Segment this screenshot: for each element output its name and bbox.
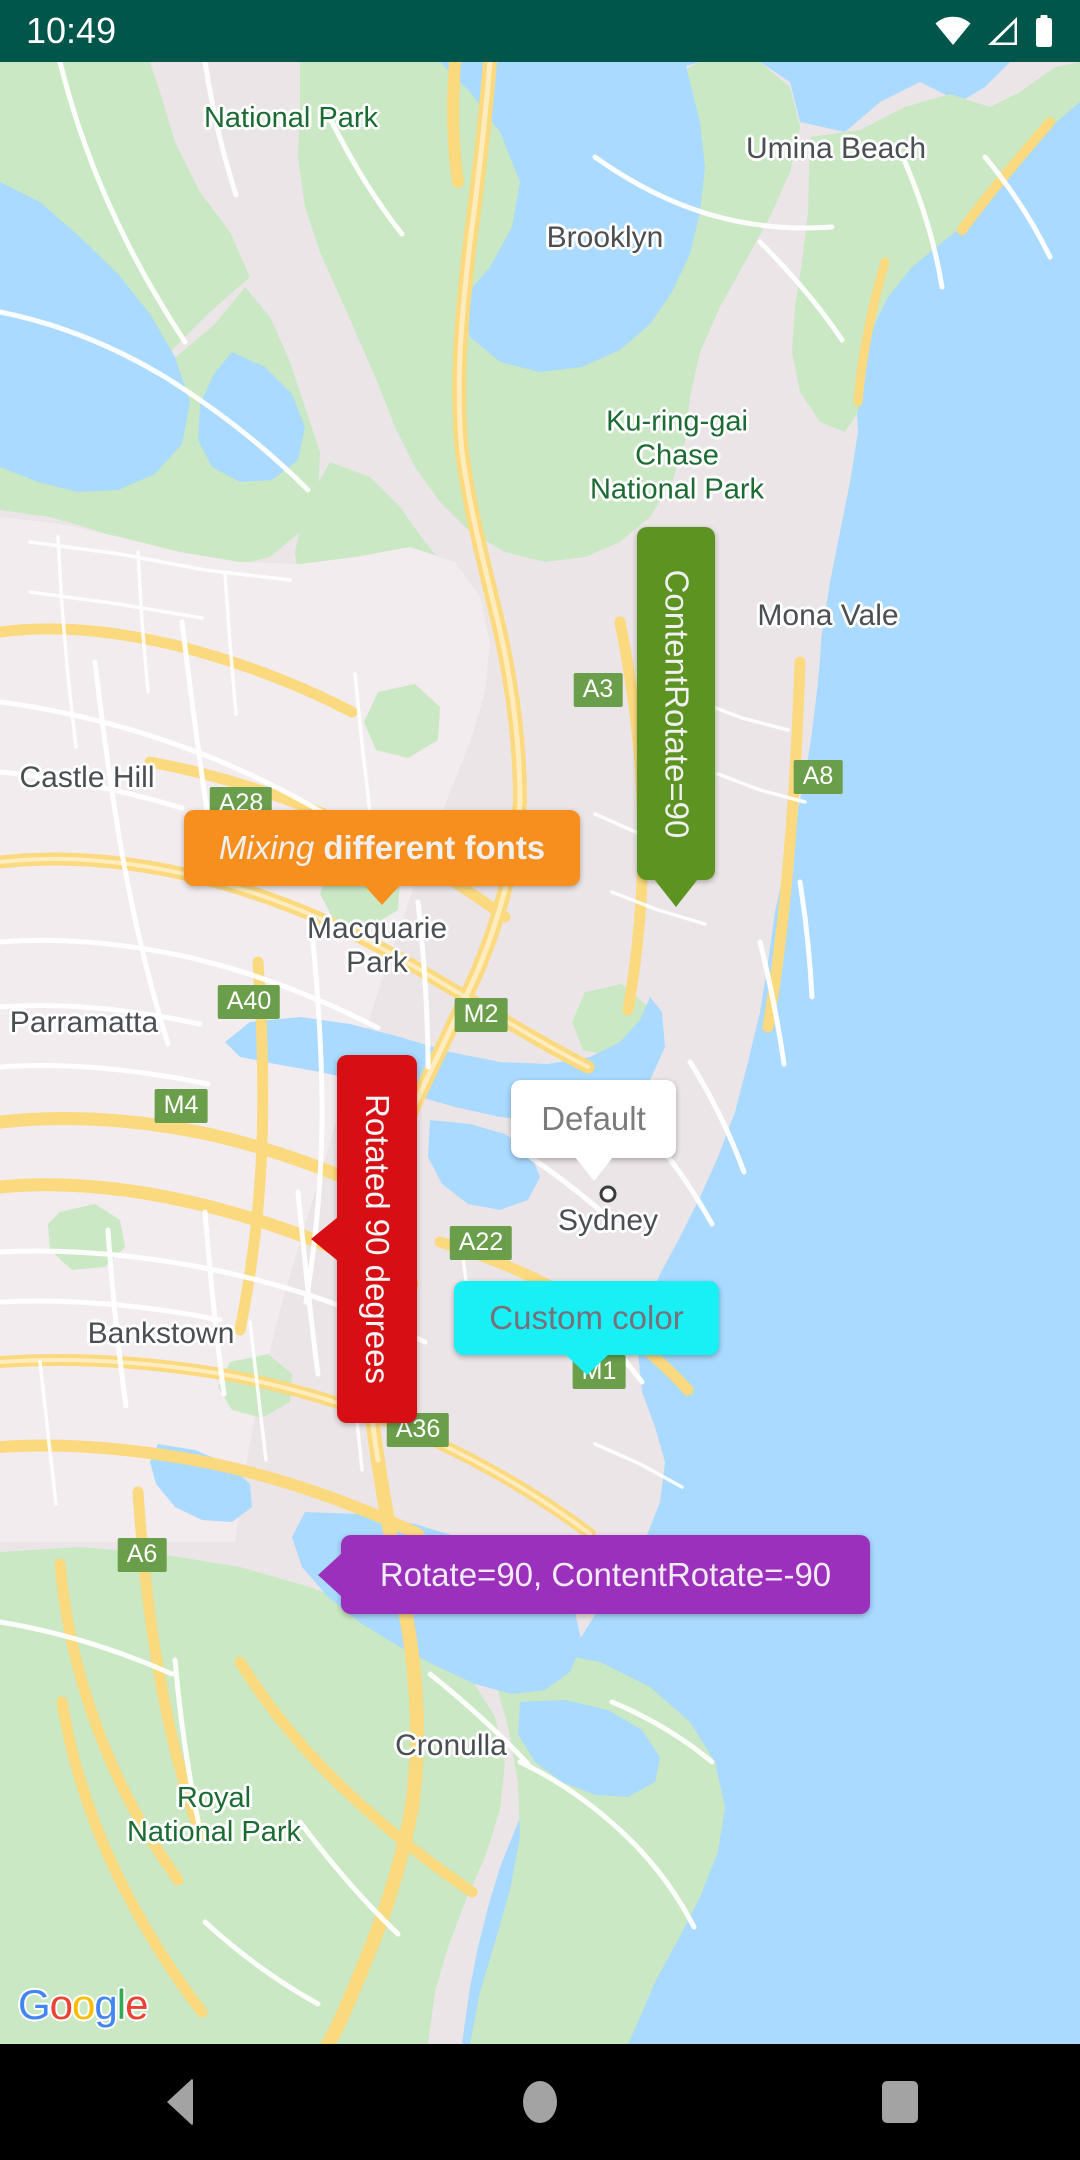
google-logo[interactable]: Google xyxy=(18,1981,148,2028)
info-text-italic-part: Mixing xyxy=(218,829,324,866)
info-window-mixing-fonts-text: Mixing different fonts xyxy=(219,829,545,867)
info-window-custom-color[interactable]: Custom color xyxy=(454,1281,719,1375)
google-logo-letter-l: l xyxy=(116,1981,126,2028)
google-logo-letter-o2: o xyxy=(72,1981,95,2028)
google-logo-letter-o1: o xyxy=(49,1981,73,2028)
info-window-mixing-fonts[interactable]: Mixing different fonts xyxy=(184,810,580,905)
info-window-rotated-90-degrees[interactable]: Rotated 90 degrees xyxy=(311,1055,417,1423)
info-text-bold-part: different fonts xyxy=(323,829,546,866)
info-window-tail xyxy=(574,1157,613,1181)
info-window-rotate-90-contentrotate-minus-90[interactable]: Rotate=90, ContentRotate=-90 xyxy=(318,1535,870,1614)
info-window-content-rotate-90-text: ContentRotate=90 xyxy=(658,569,696,838)
circle-icon xyxy=(523,2081,557,2123)
info-window-default-text: Default xyxy=(541,1100,646,1137)
google-logo-letter-g1: G xyxy=(18,1981,51,2028)
wifi-icon xyxy=(935,16,971,45)
info-window-rotated-90-degrees-text: Rotated 90 degrees xyxy=(359,1094,397,1384)
info-window-tail xyxy=(318,1552,342,1597)
battery-icon xyxy=(1036,15,1052,47)
square-icon xyxy=(882,2081,918,2123)
home-button[interactable] xyxy=(440,2044,640,2160)
status-bar-icons xyxy=(934,15,1054,47)
status-bar-clock: 10:49 xyxy=(26,10,117,51)
map-tiles xyxy=(0,62,1080,2044)
info-window-rotate-contentrotate-text: Rotate=90, ContentRotate=-90 xyxy=(379,1555,832,1593)
info-window-content-rotate-90[interactable]: ContentRotate=90 xyxy=(637,527,715,907)
map-view[interactable]: National Park Umina Beach Brooklyn Ku-ri… xyxy=(0,62,1080,2044)
recents-button[interactable] xyxy=(800,2044,1000,2160)
info-window-tail xyxy=(311,1217,338,1261)
google-logo-letter-g2: g xyxy=(94,1981,117,2028)
navigation-bar xyxy=(0,2044,1080,2160)
info-window-default[interactable]: Default xyxy=(511,1080,676,1181)
triangle-left-icon xyxy=(167,2078,193,2126)
sydney-marker-dot[interactable] xyxy=(599,1185,617,1203)
cellular-signal-icon xyxy=(988,17,1017,45)
back-button[interactable] xyxy=(80,2044,280,2160)
info-window-tail xyxy=(654,879,698,907)
info-window-custom-color-text: Custom color xyxy=(489,1299,684,1336)
info-window-tail xyxy=(364,885,400,905)
google-logo-letter-e: e xyxy=(125,1981,148,2028)
phone-screen: National Park Umina Beach Brooklyn Ku-ri… xyxy=(0,0,1080,2160)
status-bar: 10:49 xyxy=(0,0,1080,62)
info-window-tail xyxy=(564,1354,609,1375)
